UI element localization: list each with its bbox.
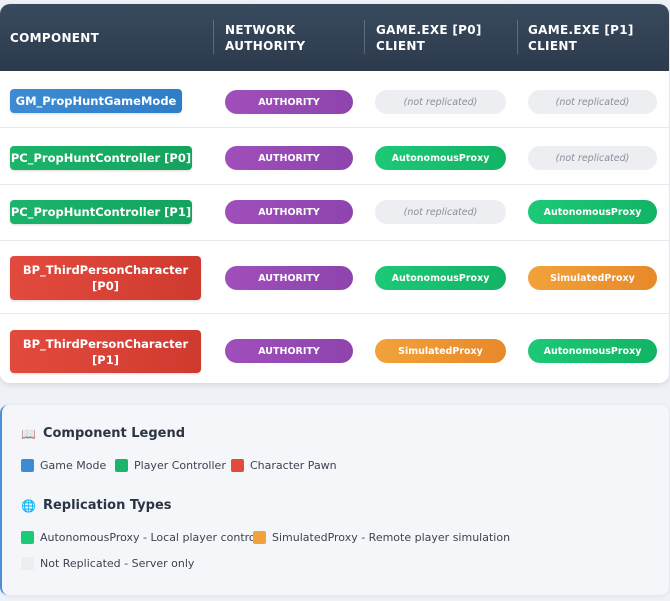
legend-label: SimulatedProxy - Remote player simulatio… xyxy=(272,531,511,544)
header-p0-line1: GAME.EXE [P0] xyxy=(376,22,482,37)
swatch-player-controller xyxy=(115,459,128,472)
legend-label: Character Pawn xyxy=(250,459,337,472)
p1-role-pill: (not replicated) xyxy=(528,90,657,114)
legend-label: Player Controller xyxy=(134,459,226,472)
replication-legend-heading: 🌐 Replication Types xyxy=(21,498,172,513)
component-badge-controller-p0[interactable]: PC_PropHuntController [P0] xyxy=(10,146,192,170)
p0-role-pill: AutonomousProxy xyxy=(375,266,506,290)
legend-label: AutonomousProxy - Local player control xyxy=(40,531,259,544)
header-authority: NETWORK AUTHORITY xyxy=(225,4,305,71)
globe-icon: 🌐 xyxy=(21,498,36,513)
table-row: GM_PropHuntGameMode AUTHORITY (not repli… xyxy=(0,71,669,128)
swatch-not-replicated xyxy=(21,557,34,570)
component-name: BP_ThirdPersonCharacter xyxy=(22,263,189,277)
p1-role-pill: SimulatedProxy xyxy=(528,266,657,290)
replication-table: COMPONENT NETWORK AUTHORITY GAME.EXE [P0… xyxy=(0,4,669,383)
p0-role-pill: AutonomousProxy xyxy=(375,146,506,170)
p0-role-pill: (not replicated) xyxy=(375,90,506,114)
component-badge-game-mode[interactable]: GM_PropHuntGameMode xyxy=(10,89,182,113)
legend-item-character-pawn: Character Pawn xyxy=(231,459,337,472)
authority-pill: AUTHORITY xyxy=(225,266,353,290)
legend-item-not-replicated: Not Replicated - Server only xyxy=(21,557,194,570)
legend-label: Game Mode xyxy=(40,459,107,472)
legend-panel: 📖 Component Legend Game Mode Player Cont… xyxy=(0,405,669,595)
swatch-game-mode xyxy=(21,459,34,472)
component-name: PC_PropHuntController [P1] xyxy=(10,205,192,219)
authority-pill: AUTHORITY xyxy=(225,90,353,114)
p0-role-pill: SimulatedProxy xyxy=(375,339,506,363)
swatch-autonomous xyxy=(21,531,34,544)
component-legend-title: Component Legend xyxy=(42,426,186,441)
swatch-simulated xyxy=(253,531,266,544)
legend-label: Not Replicated - Server only xyxy=(40,557,195,570)
component-player-tag: [P0] xyxy=(92,279,119,293)
replication-legend-title: Replication Types xyxy=(42,498,172,513)
header-authority-line1: NETWORK xyxy=(225,22,296,37)
component-badge-pawn-p0[interactable]: BP_ThirdPersonCharacter [P0] xyxy=(10,256,201,300)
component-name: PC_PropHuntController [P0] xyxy=(10,151,192,165)
header-component-label: COMPONENT xyxy=(10,30,100,45)
authority-pill: AUTHORITY xyxy=(225,339,353,363)
component-badge-pawn-p1[interactable]: BP_ThirdPersonCharacter [P1] xyxy=(10,330,201,373)
authority-pill: AUTHORITY xyxy=(225,146,353,170)
component-player-tag: [P1] xyxy=(92,352,119,367)
header-p1-line1: GAME.EXE [P1] xyxy=(528,22,634,37)
p0-role-pill: (not replicated) xyxy=(375,200,506,224)
table-row: PC_PropHuntController [P0] AUTHORITY Aut… xyxy=(0,128,669,185)
header-divider xyxy=(213,20,214,54)
p1-role-pill: AutonomousProxy xyxy=(528,200,657,224)
header-p0-client: GAME.EXE [P0] CLIENT xyxy=(376,4,482,71)
table-header: COMPONENT NETWORK AUTHORITY GAME.EXE [P0… xyxy=(0,4,669,71)
table-row: BP_ThirdPersonCharacter [P0] AUTHORITY A… xyxy=(0,241,669,314)
header-p1-line2: CLIENT xyxy=(528,38,578,53)
component-legend-heading: 📖 Component Legend xyxy=(21,426,185,441)
p1-role-pill: AutonomousProxy xyxy=(528,339,657,363)
header-divider xyxy=(517,20,518,54)
swatch-character-pawn xyxy=(231,459,244,472)
table-row: PC_PropHuntController [P1] AUTHORITY (no… xyxy=(0,185,669,241)
header-component: COMPONENT xyxy=(10,4,99,71)
header-p0-line2: CLIENT xyxy=(376,38,426,53)
table-row: BP_ThirdPersonCharacter [P1] AUTHORITY S… xyxy=(0,314,669,383)
component-badge-controller-p1[interactable]: PC_PropHuntController [P1] xyxy=(10,200,192,224)
open-book-icon: 📖 xyxy=(21,426,36,441)
header-divider xyxy=(364,20,365,54)
legend-item-simulated: SimulatedProxy - Remote player simulatio… xyxy=(253,531,510,544)
header-authority-line2: AUTHORITY xyxy=(225,38,306,53)
authority-pill: AUTHORITY xyxy=(225,200,353,224)
legend-item-game-mode: Game Mode xyxy=(21,459,106,472)
component-name: GM_PropHuntGameMode xyxy=(15,94,177,108)
component-name: BP_ThirdPersonCharacter xyxy=(22,336,189,351)
legend-item-autonomous: AutonomousProxy - Local player control xyxy=(21,531,259,544)
legend-item-player-controller: Player Controller xyxy=(115,459,226,472)
p1-role-pill: (not replicated) xyxy=(528,146,657,170)
header-p1-client: GAME.EXE [P1] CLIENT xyxy=(528,4,634,71)
